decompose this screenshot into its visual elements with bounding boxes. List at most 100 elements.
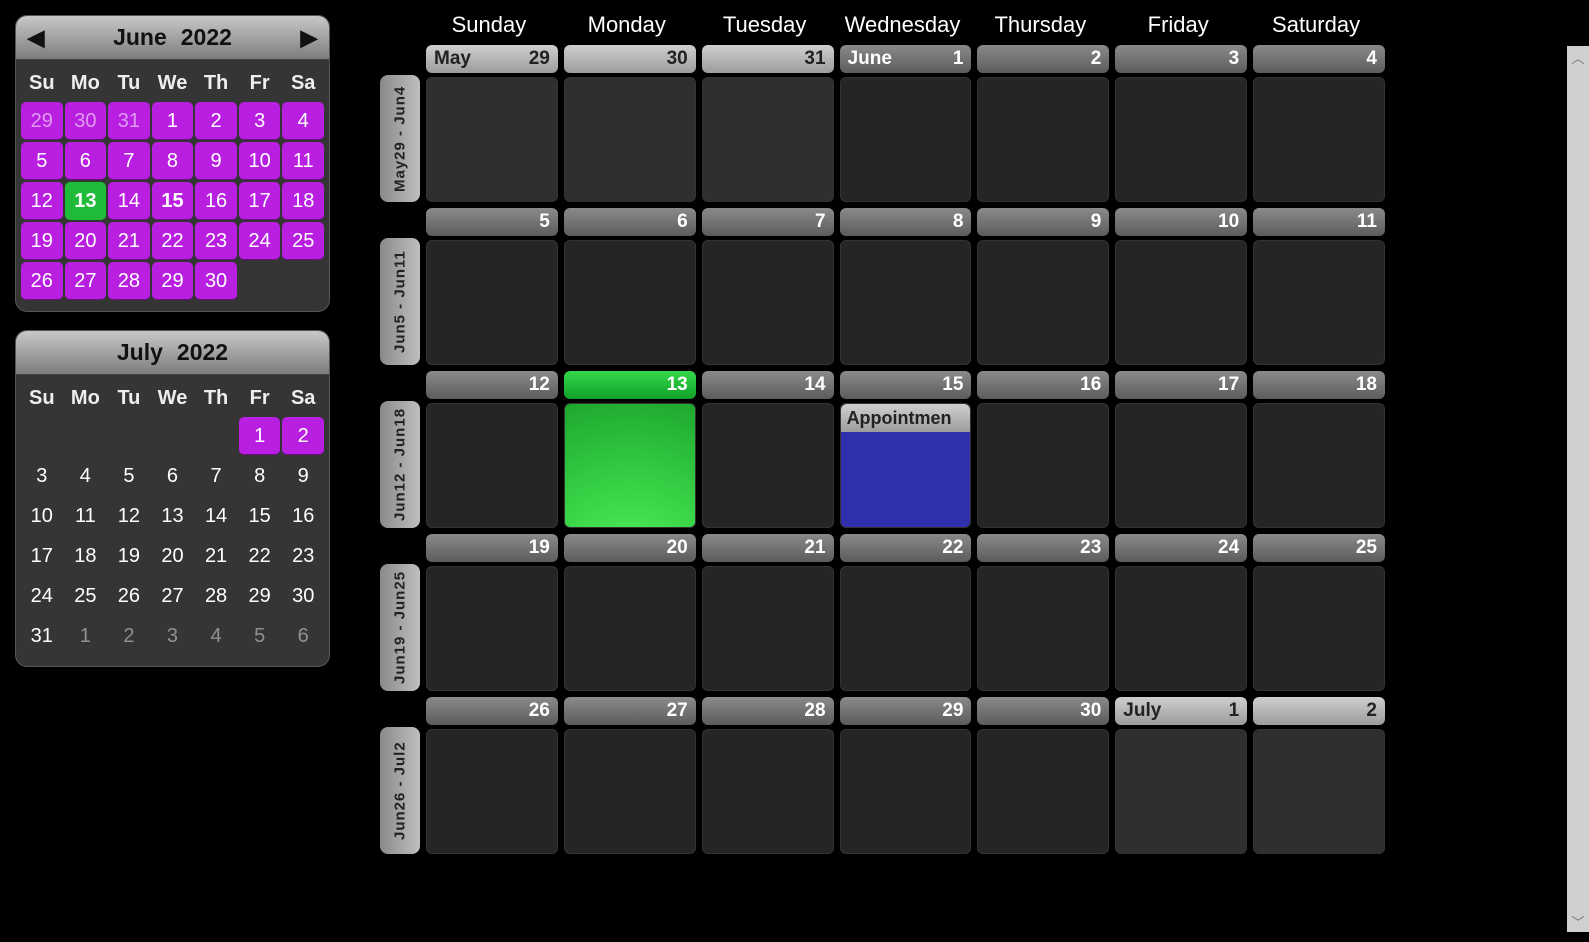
day-body[interactable] [564,729,696,854]
mini-day-cell[interactable]: 13 [152,497,194,535]
mini-day-cell[interactable]: 14 [195,497,237,535]
day-body[interactable] [426,77,558,202]
day-body[interactable] [1115,403,1247,528]
day-body[interactable] [564,566,696,691]
date-header[interactable]: 11 [1253,208,1385,236]
week-range-label[interactable]: Jun12 - Jun18 [380,401,420,528]
day-body[interactable] [426,566,558,691]
day-body[interactable] [1253,240,1385,365]
mini-day-cell[interactable]: 8 [152,142,194,180]
date-header[interactable]: 31 [702,45,834,73]
day-body[interactable] [702,77,834,202]
mini-day-cell[interactable]: 28 [108,262,150,300]
day-body[interactable] [426,403,558,528]
mini-day-cell[interactable]: 11 [282,142,324,180]
date-header[interactable]: 7 [702,208,834,236]
day-body[interactable] [702,403,834,528]
mini-day-cell[interactable]: 9 [195,142,237,180]
day-cell[interactable]: 29 [840,697,972,854]
mini-day-cell[interactable]: 29 [239,577,281,615]
date-header[interactable]: June1 [840,45,972,73]
day-body[interactable] [977,403,1109,528]
mini-day-cell[interactable]: 24 [21,577,63,615]
mini-day-cell[interactable]: 15 [239,497,281,535]
mini-day-cell[interactable]: 1 [152,102,194,140]
day-cell[interactable]: 9 [977,208,1109,365]
mini-day-cell[interactable]: 20 [152,537,194,575]
date-header[interactable]: 15 [840,371,972,399]
day-body[interactable] [840,240,972,365]
mini-day-cell[interactable]: 31 [108,102,150,140]
mini-day-cell[interactable]: 20 [65,222,107,260]
next-month-button[interactable]: ▶ [289,16,329,59]
mini-day-cell[interactable]: 12 [21,182,63,220]
mini-day-cell[interactable]: 10 [21,497,63,535]
mini-day-cell[interactable]: 14 [108,182,150,220]
date-header[interactable]: 14 [702,371,834,399]
mini-day-cell[interactable]: 11 [65,497,107,535]
date-header[interactable]: 30 [977,697,1109,725]
day-cell[interactable]: 12 [426,371,558,528]
day-cell[interactable]: July1 [1115,697,1247,854]
day-body[interactable] [564,240,696,365]
mini-day-cell[interactable]: 26 [108,577,150,615]
mini-day-cell[interactable]: 5 [239,617,281,655]
mini-day-cell[interactable]: 21 [195,537,237,575]
mini-day-cell[interactable]: 7 [108,142,150,180]
date-header[interactable]: 8 [840,208,972,236]
week-range-label[interactable]: May29 - Jun4 [380,75,420,202]
day-body[interactable] [426,729,558,854]
mini-day-cell[interactable]: 4 [65,457,107,495]
day-body[interactable] [1253,403,1385,528]
date-header[interactable]: 2 [977,45,1109,73]
day-body[interactable] [1253,77,1385,202]
day-cell[interactable]: May29 [426,45,558,202]
mini-day-cell[interactable]: 13 [65,182,107,220]
mini-day-cell[interactable]: 4 [282,102,324,140]
day-cell[interactable]: 30 [564,45,696,202]
day-cell[interactable]: 11 [1253,208,1385,365]
day-cell[interactable]: 10 [1115,208,1247,365]
mini-day-cell[interactable]: 30 [65,102,107,140]
mini-day-cell[interactable]: 1 [65,617,107,655]
mini-day-cell[interactable]: 22 [152,222,194,260]
mini-day-cell[interactable]: 16 [195,182,237,220]
day-cell[interactable]: 8 [840,208,972,365]
date-header[interactable]: 18 [1253,371,1385,399]
day-cell[interactable]: June1 [840,45,972,202]
scroll-up-button[interactable]: ︿ [1567,46,1589,68]
mini-day-cell[interactable]: 18 [65,537,107,575]
mini-day-cell[interactable]: 29 [152,262,194,300]
day-cell[interactable]: 21 [702,534,834,691]
date-header[interactable]: 16 [977,371,1109,399]
mini-day-cell[interactable]: 17 [239,182,281,220]
day-cell[interactable]: 4 [1253,45,1385,202]
mini-day-cell[interactable]: 5 [108,457,150,495]
day-body[interactable] [977,77,1109,202]
date-header[interactable]: 13 [564,371,696,399]
date-header[interactable]: 22 [840,534,972,562]
day-cell[interactable]: 13 [564,371,696,528]
mini-day-cell[interactable]: 1 [239,417,281,455]
day-body[interactable]: Appointmen [840,403,972,528]
mini-day-cell[interactable]: 2 [195,102,237,140]
mini-day-cell[interactable]: 3 [239,102,281,140]
mini-day-cell[interactable]: 19 [108,537,150,575]
day-cell[interactable]: 18 [1253,371,1385,528]
day-cell[interactable]: 2 [977,45,1109,202]
mini-day-cell[interactable]: 17 [21,537,63,575]
mini-day-cell[interactable]: 29 [21,102,63,140]
date-header[interactable]: 4 [1253,45,1385,73]
date-header[interactable]: 21 [702,534,834,562]
mini-day-cell[interactable]: 9 [282,457,324,495]
mini-day-cell[interactable]: 6 [152,457,194,495]
date-header[interactable]: 30 [564,45,696,73]
mini-day-cell[interactable]: 23 [195,222,237,260]
day-body[interactable] [840,77,972,202]
mini-day-cell[interactable]: 21 [108,222,150,260]
day-cell[interactable]: 16 [977,371,1109,528]
prev-month-button[interactable]: ◀ [16,16,56,59]
day-body[interactable] [1115,77,1247,202]
day-cell[interactable]: 25 [1253,534,1385,691]
date-header[interactable]: 3 [1115,45,1247,73]
